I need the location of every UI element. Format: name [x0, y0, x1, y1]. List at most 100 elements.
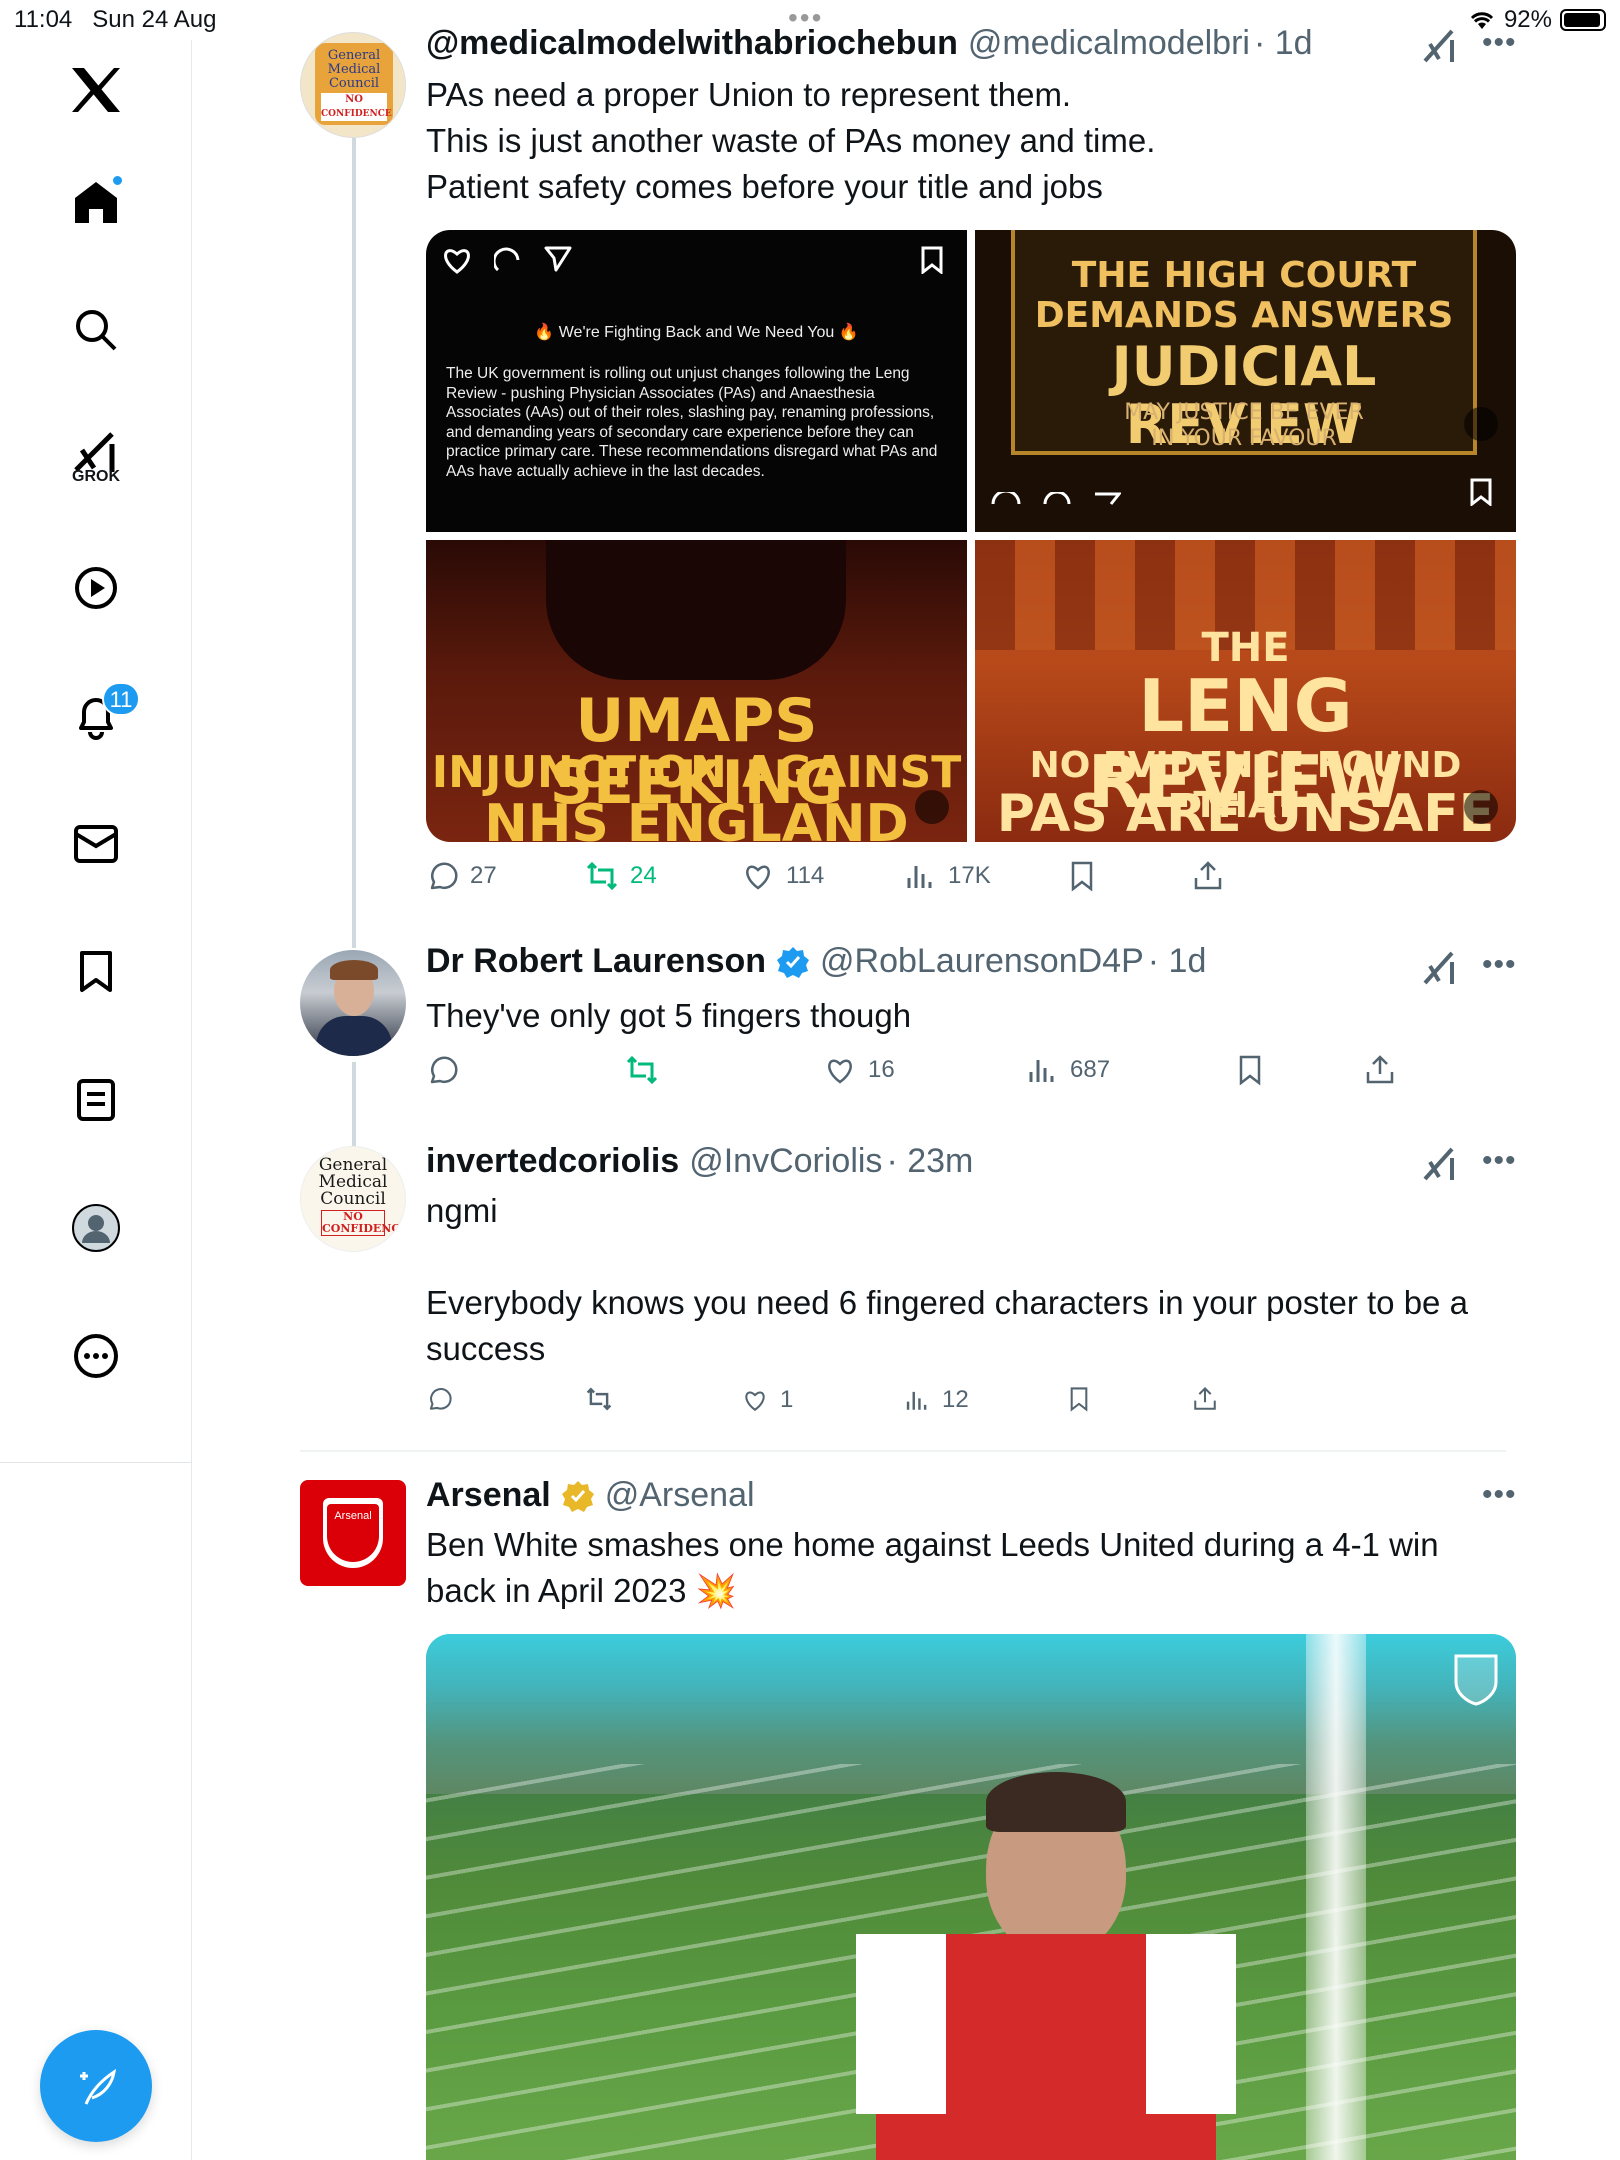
- repost-icon: [586, 1387, 612, 1411]
- share-button[interactable]: [1192, 1386, 1218, 1412]
- reply-icon: [430, 1056, 458, 1084]
- author-handle[interactable]: @Arsenal: [605, 1476, 755, 1515]
- grok-icon[interactable]: GROK: [56, 418, 136, 498]
- grok-icon[interactable]: [1422, 1146, 1458, 1182]
- compose-button[interactable]: [40, 2030, 152, 2142]
- avatar[interactable]: General Medical Council NO CONFIDENCE: [300, 1146, 406, 1252]
- media-body-text: The UK government is rolling out unjust …: [446, 365, 938, 480]
- reply-button[interactable]: [426, 1386, 464, 1412]
- avatar-text: Council: [328, 76, 380, 91]
- poster-line: INJUNCTION AGAINST: [431, 747, 962, 798]
- goal-post: [1306, 1634, 1366, 2160]
- poster-line: PAs ARE UNSAFE: [996, 784, 1495, 842]
- like-count: 114: [786, 862, 825, 889]
- repost-button[interactable]: [626, 1054, 670, 1086]
- bookmark-icon: [1071, 861, 1093, 892]
- send-icon: [544, 246, 572, 272]
- bookmark-icon: [1070, 1387, 1088, 1412]
- mute-icon[interactable]: [1464, 790, 1498, 824]
- comment-icon: [494, 247, 520, 272]
- author-name[interactable]: invertedcoriolis: [426, 1142, 679, 1181]
- grok-label: GROK: [72, 468, 120, 485]
- reply-button[interactable]: [426, 1054, 470, 1086]
- more-options-icon[interactable]: •••: [1482, 948, 1517, 982]
- bookmark-icon: [921, 246, 943, 274]
- tweet-text-line: PAs need a proper Union to represent the…: [426, 76, 1072, 113]
- repost-icon: [586, 861, 618, 891]
- tweet-text-line: Patient safety comes before your title a…: [426, 168, 1103, 205]
- avatar[interactable]: Arsenal: [300, 1480, 406, 1586]
- media-image[interactable]: UMAPs SEEKING INJUNCTION AGAINST NHS ENG…: [426, 540, 967, 842]
- bookmark-button[interactable]: [1234, 1054, 1266, 1086]
- like-icon: [745, 1391, 765, 1412]
- bookmarks-icon[interactable]: [56, 932, 136, 1012]
- more-icon[interactable]: [56, 1316, 136, 1396]
- video-icon[interactable]: [56, 548, 136, 628]
- share-button[interactable]: [1192, 860, 1224, 892]
- share-button[interactable]: [1364, 1054, 1396, 1086]
- author-name[interactable]: Arsenal: [426, 1476, 551, 1515]
- tweet-time[interactable]: · 23m: [886, 1142, 973, 1181]
- media-image[interactable]: THE LENG REVIEW NO EVIDENCE FOUND THAT P…: [975, 540, 1516, 842]
- share-icon: [1194, 861, 1222, 890]
- tweet-actions: 27 24 114 17K: [426, 860, 1526, 904]
- x-logo-icon[interactable]: [56, 50, 136, 130]
- more-options-icon[interactable]: •••: [1482, 1144, 1517, 1178]
- video-player[interactable]: [426, 1634, 1516, 2160]
- tweet-text: ngmi Everybody knows you need 6 fingered…: [426, 1188, 1506, 1372]
- avatar[interactable]: [300, 950, 406, 1056]
- search-icon[interactable]: [56, 290, 136, 370]
- repost-button[interactable]: [586, 1386, 624, 1412]
- poster-line: NHS ENGLAND: [484, 794, 909, 842]
- lists-icon[interactable]: [56, 1060, 136, 1140]
- more-options-icon[interactable]: •••: [1482, 26, 1517, 60]
- views-button[interactable]: 17K: [904, 860, 991, 892]
- share-icon: [1194, 1387, 1216, 1410]
- grok-icon[interactable]: [1422, 28, 1458, 64]
- reply-icon: [429, 1388, 452, 1410]
- mute-icon[interactable]: [1464, 407, 1498, 441]
- avatar[interactable]: General Medical Council NO CONFIDENCE: [300, 32, 406, 138]
- views-button[interactable]: 687: [1026, 1054, 1110, 1086]
- comment-icon: [1043, 492, 1071, 505]
- views-button[interactable]: 12: [904, 1386, 969, 1414]
- profile-icon[interactable]: [56, 1188, 136, 1268]
- like-button[interactable]: 16: [824, 1054, 895, 1086]
- tweet-text-line: This is just another waste of PAs money …: [426, 122, 1156, 159]
- repost-button[interactable]: 24: [586, 860, 657, 892]
- media-image[interactable]: THE HIGH COURT DEMANDS ANSWERS JUDICIAL …: [975, 230, 1516, 532]
- compose-icon: [80, 2068, 117, 2105]
- more-options-icon[interactable]: •••: [1482, 1478, 1517, 1512]
- mute-icon[interactable]: [915, 790, 949, 824]
- tweet-time[interactable]: · 1d: [1148, 942, 1207, 981]
- tweet-time[interactable]: · 1d: [1254, 24, 1313, 63]
- verified-badge-icon: [777, 946, 810, 978]
- author-handle[interactable]: @RobLaurensonD4P: [820, 942, 1144, 981]
- bookmark-button[interactable]: [1066, 1386, 1092, 1412]
- bookmark-icon: [1470, 478, 1492, 506]
- like-button[interactable]: 1: [742, 1386, 793, 1414]
- author-handle[interactable]: @InvCoriolis: [689, 1142, 882, 1181]
- avatar-text: NO: [321, 93, 387, 107]
- share-icon: [1366, 1055, 1394, 1084]
- player: [1146, 1934, 1236, 2114]
- tweet-text-line: success: [426, 1330, 546, 1367]
- reply-icon: [430, 862, 458, 890]
- reply-button[interactable]: 27: [426, 860, 497, 892]
- author-handle[interactable]: @medicalmodelbri: [968, 24, 1250, 63]
- author-name[interactable]: @medicalmodelwithabriochebun: [426, 24, 958, 63]
- media-image[interactable]: 🔥 We're Fighting Back and We Need You 🔥 …: [426, 230, 967, 532]
- notifications-count-badge: 11: [102, 682, 140, 716]
- like-button[interactable]: 114: [742, 860, 824, 892]
- notifications-icon[interactable]: 11: [56, 676, 140, 756]
- views-icon: [1029, 1060, 1054, 1082]
- bookmark-button[interactable]: [1066, 860, 1098, 892]
- arsenal-watermark-icon: [1454, 1654, 1498, 1706]
- messages-icon[interactable]: [56, 804, 136, 884]
- home-icon[interactable]: [56, 162, 136, 242]
- media-grid[interactable]: 🔥 We're Fighting Back and We Need You 🔥 …: [426, 230, 1516, 842]
- repost-count: 24: [630, 862, 657, 889]
- author-name[interactable]: Dr Robert Laurenson: [426, 942, 766, 981]
- like-icon: [746, 865, 770, 890]
- grok-icon[interactable]: [1422, 950, 1458, 986]
